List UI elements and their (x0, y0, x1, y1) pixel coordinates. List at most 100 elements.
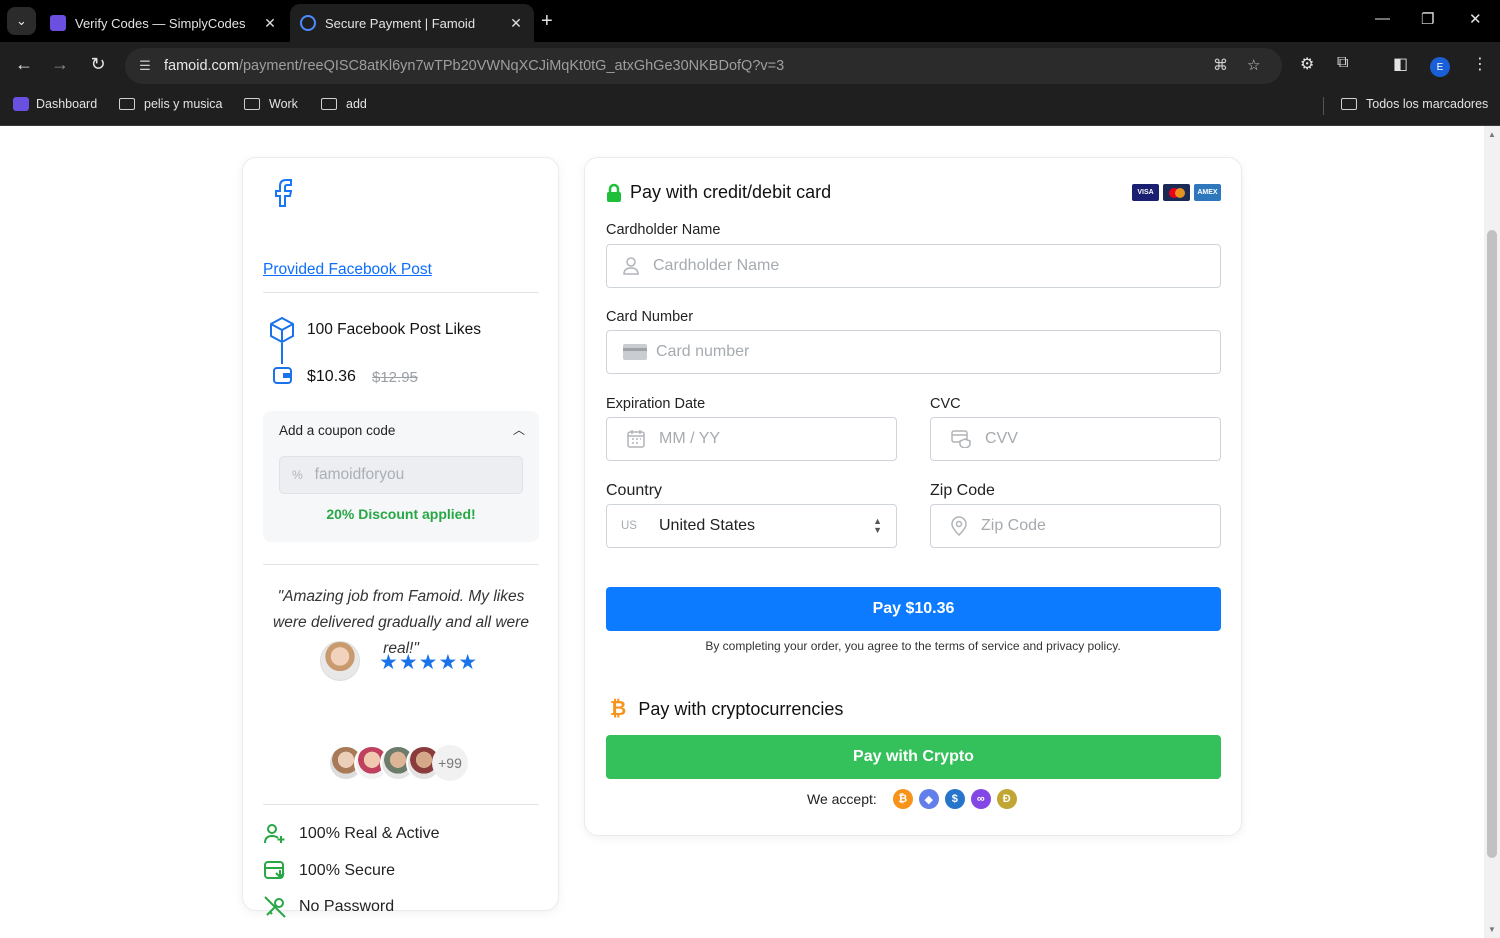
visa-icon: VISA (1132, 184, 1159, 201)
dogecoin-coin-icon: Ð (996, 789, 1017, 809)
pay-button[interactable]: Pay $10.36 (606, 587, 1221, 631)
famoid-favicon-icon (300, 15, 316, 31)
discounted-price: $10.36 (307, 368, 356, 385)
order-summary-card: Provided Facebook Post 100 Facebook Post… (242, 157, 559, 918)
browser-toolbar: ← → ↻ ☰ famoid.com/payment/reeQISC8atKl6… (0, 42, 1500, 90)
percent-icon: % (292, 468, 303, 482)
cardholder-label: Cardholder Name (606, 222, 721, 238)
expiry-input[interactable]: MM / YY (606, 417, 897, 461)
provided-post-link[interactable]: Provided Facebook Post (263, 261, 432, 279)
url-text[interactable]: famoid.com/payment/reeQISC8atKl6yn7wTPb2… (164, 58, 784, 74)
close-tab-icon[interactable]: ✕ (262, 15, 278, 32)
coupon-code-input[interactable]: % famoidforyou (279, 456, 523, 494)
calendar-icon (627, 430, 645, 448)
discount-status: 20% Discount applied! (326, 506, 476, 522)
coupon-section: Add a coupon code ︿ % famoidforyou 20% D… (263, 411, 539, 542)
back-icon[interactable]: ← (12, 54, 36, 75)
bookmark-folder-work[interactable]: Work (244, 97, 298, 111)
page-scrollbar[interactable]: ▲ ▼ (1484, 126, 1500, 938)
bitcoin-icon: ₿ (610, 698, 627, 720)
card-payment-heading: Pay with credit/debit card (606, 182, 831, 203)
close-tab-icon[interactable]: ✕ (508, 15, 524, 32)
reload-icon[interactable]: ↻ (86, 54, 110, 75)
bookmark-folder-pelis[interactable]: pelis y musica (119, 97, 223, 111)
secure-card-icon (264, 861, 285, 879)
bitcoin-coin-icon: ₿ (892, 789, 913, 809)
extensions-icon[interactable]: ⧉ (1337, 54, 1348, 72)
feature-secure: 100% Secure (263, 859, 395, 883)
simplycodes-icon (13, 97, 29, 111)
bookmarks-divider (1323, 97, 1324, 115)
zip-code-input[interactable]: Zip Code (930, 504, 1221, 548)
address-bar[interactable]: ☰ famoid.com/payment/reeQISC8atKl6yn7wTP… (125, 48, 1282, 84)
tab-secure-payment[interactable]: Secure Payment | Famoid ✕ (290, 4, 534, 42)
translate-icon[interactable]: ⌘ (1213, 56, 1228, 74)
chevron-up-icon[interactable]: ︿ (513, 421, 525, 438)
credit-card-icon (623, 344, 647, 360)
folder-icon (244, 98, 260, 110)
zip-label: Zip Code (930, 482, 995, 499)
bookmarks-bar: Dashboard pelis y musica Work add Todos … (0, 90, 1500, 126)
country-label: Country (606, 482, 663, 499)
rating-stars: ★★★★★ (379, 651, 479, 674)
page-content: Provided Facebook Post 100 Facebook Post… (0, 126, 1484, 938)
all-bookmarks[interactable]: Todos los marcadores (1341, 97, 1488, 111)
card-shield-icon (951, 430, 971, 448)
polygon-coin-icon: ∞ (970, 789, 991, 809)
forward-icon[interactable]: → (48, 54, 72, 75)
folder-icon (1341, 98, 1357, 110)
select-arrows-icon: ▲ ▼ (873, 516, 882, 535)
divider (263, 804, 539, 805)
tab-title: Secure Payment | Famoid (325, 15, 476, 31)
lock-icon (607, 183, 621, 202)
coupon-toggle-label[interactable]: Add a coupon code (279, 423, 395, 438)
cvc-input[interactable]: CVV (930, 417, 1221, 461)
bookmark-dashboard[interactable]: Dashboard (13, 97, 97, 111)
country-select[interactable]: US United States ▲ ▼ (606, 504, 897, 548)
card-number-input[interactable]: Card number (606, 330, 1221, 374)
site-info-icon[interactable]: ☰ (135, 58, 155, 74)
amex-icon: AMEX (1194, 184, 1221, 201)
tab-strip: ⌄ Verify Codes — SimplyCodes ✕ Secure Pa… (0, 0, 1500, 42)
scrollbar-thumb[interactable] (1487, 230, 1497, 858)
payment-card: Pay with credit/debit card VISA AMEX Car… (584, 157, 1242, 836)
profile-avatar[interactable]: E (1430, 57, 1450, 77)
restore-icon[interactable]: ❐ (1421, 10, 1434, 28)
ethereum-coin-icon: ◆ (918, 789, 939, 809)
scroll-down-icon[interactable]: ▼ (1488, 925, 1496, 934)
feature-real-active: 100% Real & Active (263, 822, 440, 846)
close-window-icon[interactable]: ✕ (1469, 10, 1482, 28)
location-pin-icon (951, 516, 967, 536)
pay-with-crypto-button[interactable]: Pay with Crypto (606, 735, 1221, 779)
divider (263, 564, 539, 565)
chevron-down-icon: ⌄ (16, 13, 27, 28)
expiry-label: Expiration Date (606, 396, 706, 412)
usdc-coin-icon: $ (944, 789, 965, 809)
cardholder-name-input[interactable]: Cardholder Name (606, 244, 1221, 288)
accepted-coins: We accept: ₿ ◆ $ ∞ Ð (807, 789, 1017, 809)
scroll-up-icon[interactable]: ▲ (1488, 130, 1496, 139)
menu-icon[interactable]: ⋮ (1472, 54, 1488, 74)
original-price: $12.95 (372, 369, 418, 386)
vpn-extension-icon[interactable]: ⚙ (1300, 54, 1314, 74)
bookmark-folder-add[interactable]: add (321, 97, 367, 111)
no-key-icon (264, 896, 286, 918)
tab-search-button[interactable]: ⌄ (7, 7, 36, 35)
side-panel-icon[interactable]: ◧ (1393, 54, 1408, 74)
new-tab-icon[interactable]: + (541, 10, 553, 32)
minimize-icon[interactable]: — (1375, 10, 1390, 27)
folder-icon (321, 98, 337, 110)
facebook-icon (275, 179, 293, 207)
tab-title: Verify Codes — SimplyCodes (75, 15, 246, 31)
card-brand-logos: VISA AMEX (1132, 184, 1221, 201)
service-name: 100 Facebook Post Likes (307, 321, 482, 338)
cvc-label: CVC (930, 396, 961, 412)
bookmark-star-icon[interactable]: ☆ (1247, 56, 1260, 74)
card-number-label: Card Number (606, 309, 694, 325)
crypto-heading: ₿ Pay with cryptocurrencies (610, 698, 844, 720)
simplycodes-favicon-icon (50, 15, 66, 31)
feature-no-password: No Password (263, 895, 394, 919)
country-code: US (621, 520, 637, 532)
package-icon (270, 316, 294, 384)
tab-verify-codes[interactable]: Verify Codes — SimplyCodes ✕ (40, 4, 288, 42)
